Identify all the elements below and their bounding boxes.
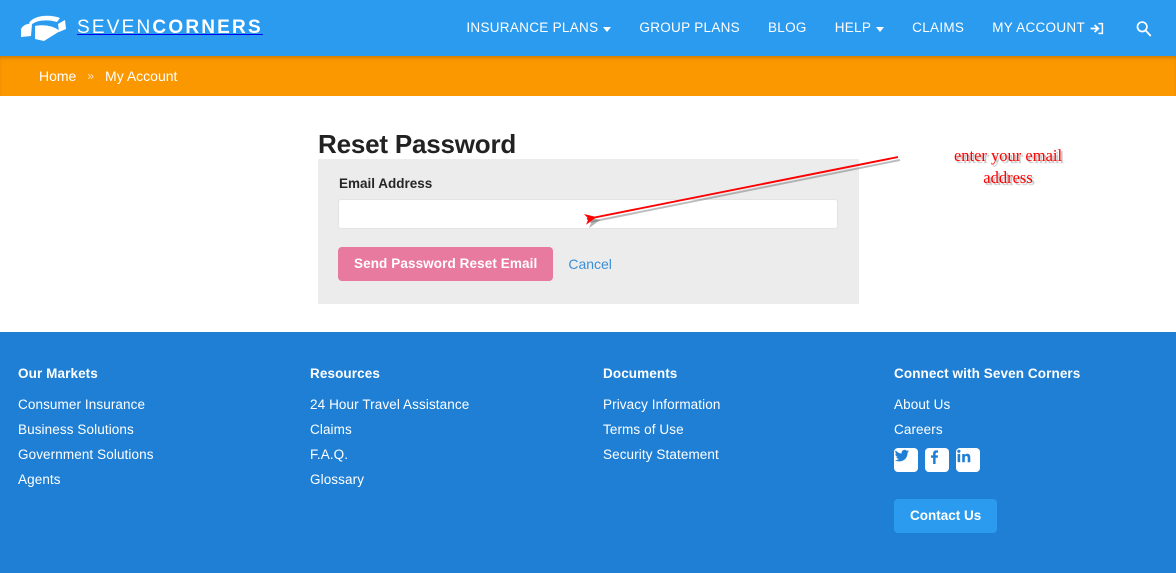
seven-corners-fan-logo: [21, 15, 66, 41]
nav-label-insurance-plans: INSURANCE PLANS: [466, 20, 599, 35]
breadcrumb-item-home[interactable]: Home: [39, 68, 76, 84]
footer-link-consumer-insurance[interactable]: Consumer Insurance: [18, 397, 310, 412]
footer-link-agents[interactable]: Agents: [18, 472, 310, 487]
annotation-text-line1: enter your email: [953, 146, 1063, 165]
chevron-down-icon: [876, 26, 885, 32]
footer-link-terms-of-use[interactable]: Terms of Use: [603, 422, 894, 437]
twitter-icon: [894, 449, 909, 462]
page-title: Reset Password: [318, 129, 517, 160]
form-actions: Send Password Reset Email Cancel: [338, 247, 618, 281]
footer-heading-documents: Documents: [603, 366, 678, 381]
main-navigation: INSURANCE PLANS GROUP PLANS BLOG HELP CL…: [452, 0, 1176, 56]
facebook-icon: [931, 450, 939, 464]
nav-label-help: HELP: [834, 20, 872, 35]
nav-label-blog: BLOG: [767, 20, 807, 35]
email-address-input[interactable]: [338, 199, 838, 229]
twitter-link[interactable]: [894, 448, 918, 472]
footer-heading-resources: Resources: [310, 366, 380, 381]
annotation-text-line2: address: [983, 167, 1033, 187]
reset-password-form-panel: Email Address Send Password Reset Email …: [318, 159, 859, 304]
footer-column-documents: Documents Privacy Information Terms of U…: [603, 366, 894, 533]
linkedin-link[interactable]: [956, 448, 980, 472]
footer-link-security-statement[interactable]: Security Statement: [603, 447, 894, 462]
send-password-reset-email-button[interactable]: Send Password Reset Email: [338, 247, 554, 281]
nav-label-group-plans: GROUP PLANS: [639, 20, 740, 35]
contact-us-button[interactable]: Contact Us: [894, 499, 998, 533]
footer-link-careers[interactable]: Careers: [894, 422, 1174, 437]
cancel-link[interactable]: Cancel: [562, 252, 618, 276]
nav-item-claims[interactable]: CLAIMS: [898, 0, 978, 56]
breadcrumb-separator: »: [87, 69, 95, 83]
nav-item-group-plans[interactable]: GROUP PLANS: [625, 0, 754, 56]
email-address-label: Email Address: [339, 176, 433, 191]
annotation-text: enter your email address: [930, 145, 1086, 189]
footer-link-24-hour-travel-assistance[interactable]: 24 Hour Travel Assistance: [310, 397, 603, 412]
logo-text: SEVENCORNERS: [77, 17, 263, 39]
facebook-link[interactable]: [925, 448, 949, 472]
footer-column-resources: Resources 24 Hour Travel Assistance Clai…: [310, 366, 603, 533]
footer-link-faq[interactable]: F.A.Q.: [310, 447, 603, 462]
site-header: SEVENCORNERS INSURANCE PLANS GROUP PLANS…: [0, 0, 1176, 56]
main-content: Reset Password Email Address Send Passwo…: [0, 96, 1176, 332]
search-button[interactable]: [1119, 0, 1162, 56]
footer-link-glossary[interactable]: Glossary: [310, 472, 603, 487]
nav-label-claims: CLAIMS: [912, 20, 965, 35]
footer-columns: Our Markets Consumer Insurance Business …: [0, 366, 1176, 533]
footer-link-government-solutions[interactable]: Government Solutions: [18, 447, 310, 462]
sign-in-icon: [1090, 22, 1104, 34]
breadcrumb-item-my-account: My Account: [105, 68, 178, 84]
nav-item-insurance-plans[interactable]: INSURANCE PLANS: [452, 0, 625, 56]
footer-column-our-markets: Our Markets Consumer Insurance Business …: [18, 366, 310, 533]
nav-item-my-account[interactable]: MY ACCOUNT: [978, 0, 1119, 56]
nav-label-my-account: MY ACCOUNT: [992, 20, 1085, 35]
footer-column-connect: Connect with Seven Corners About Us Care…: [894, 366, 1174, 533]
linkedin-icon: [957, 449, 971, 463]
footer-heading-connect: Connect with Seven Corners: [894, 366, 1081, 381]
logo-text-corners: CORNERS: [152, 17, 263, 38]
site-logo[interactable]: SEVENCORNERS: [16, 12, 263, 44]
search-icon: [1136, 20, 1152, 36]
footer-link-privacy-information[interactable]: Privacy Information: [603, 397, 894, 412]
chevron-down-icon: [603, 26, 612, 32]
breadcrumb: Home » My Account: [0, 56, 1176, 96]
footer-link-about-us[interactable]: About Us: [894, 397, 1174, 412]
footer-heading-our-markets: Our Markets: [18, 366, 98, 381]
logo-text-seven: SEVEN: [77, 17, 153, 38]
nav-item-blog[interactable]: BLOG: [754, 0, 821, 56]
social-links: [894, 448, 1174, 482]
nav-item-help[interactable]: HELP: [821, 0, 898, 56]
site-footer: Our Markets Consumer Insurance Business …: [0, 332, 1176, 573]
footer-link-business-solutions[interactable]: Business Solutions: [18, 422, 310, 437]
footer-link-claims[interactable]: Claims: [310, 422, 603, 437]
